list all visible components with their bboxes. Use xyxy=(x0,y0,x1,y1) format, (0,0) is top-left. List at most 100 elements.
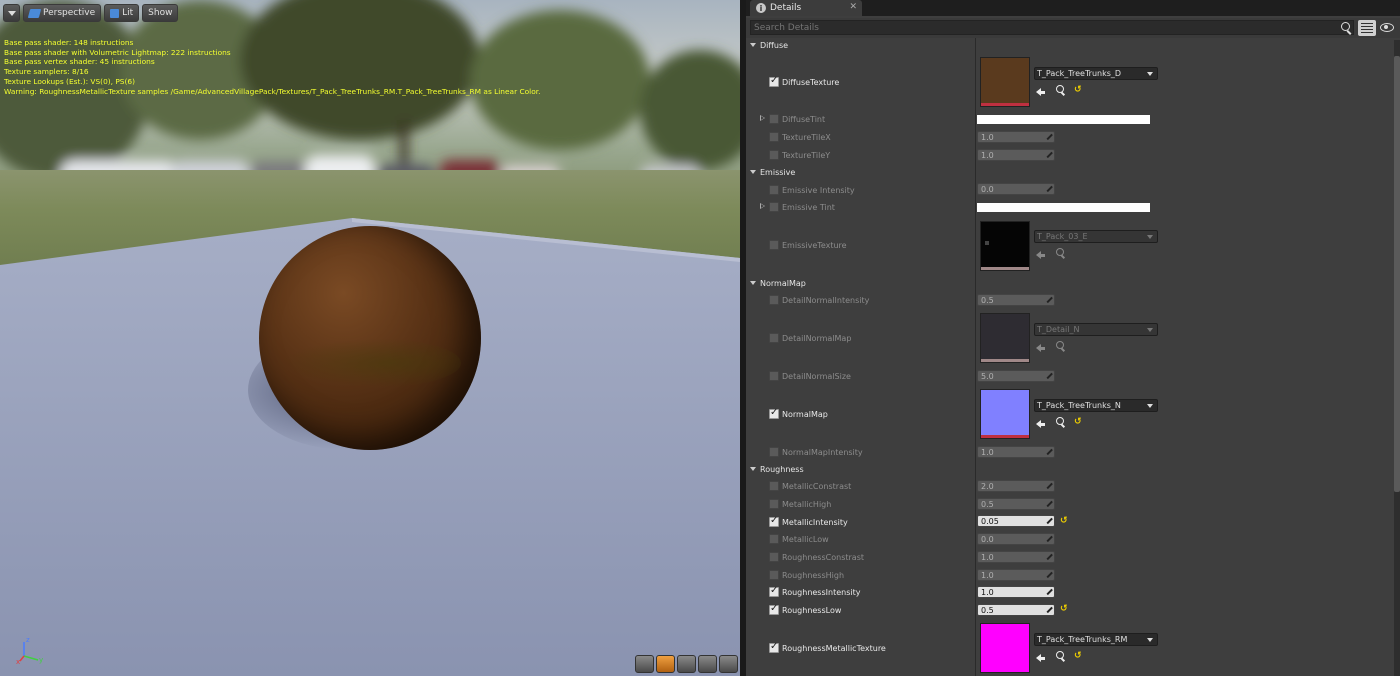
diffuse-texture-combo[interactable]: T_Pack_TreeTrunks_D xyxy=(1034,67,1158,80)
override-checkbox[interactable] xyxy=(769,185,779,195)
thumb-underline xyxy=(981,359,1029,362)
diffuse-tint-color-swatch[interactable] xyxy=(977,115,1150,124)
reset-to-default-icon[interactable]: ↺ xyxy=(1074,86,1082,95)
sphere-preview-button[interactable] xyxy=(656,655,675,673)
use-selected-arrow-icon[interactable] xyxy=(1036,342,1046,352)
perspective-label: Perspective xyxy=(43,8,96,18)
override-checkbox[interactable] xyxy=(769,371,779,381)
normal-map-thumbnail[interactable] xyxy=(980,389,1030,439)
override-checkbox[interactable] xyxy=(769,552,779,562)
reset-to-default-icon[interactable]: ↺ xyxy=(1074,418,1082,427)
level-viewport[interactable]: Perspective Lit Show Base pass shader: 1… xyxy=(0,0,740,676)
override-checkbox[interactable] xyxy=(769,407,779,419)
lit-button[interactable]: Lit xyxy=(104,4,140,22)
override-checkbox[interactable] xyxy=(769,447,779,457)
roughness-metallic-texture-thumbnail[interactable] xyxy=(980,623,1030,673)
preview-mesh-selector xyxy=(635,655,738,673)
override-checkbox[interactable] xyxy=(769,202,779,212)
detail-normal-map-thumbnail[interactable] xyxy=(980,313,1030,363)
roughness-metallic-texture-combo[interactable]: T_Pack_TreeTrunks_RM xyxy=(1034,633,1158,646)
detail-normal-intensity-field[interactable]: 0.5 xyxy=(977,294,1055,306)
category-roughness[interactable]: Roughness xyxy=(746,462,975,476)
scrollbar-thumb[interactable] xyxy=(1394,56,1400,492)
override-checkbox[interactable] xyxy=(769,240,779,250)
use-selected-arrow-icon[interactable] xyxy=(1036,86,1046,96)
roughness-low-field[interactable]: 0.5 xyxy=(977,604,1055,616)
search-icon[interactable] xyxy=(1341,22,1350,31)
drag-handle-icon xyxy=(1046,297,1052,303)
override-checkbox[interactable] xyxy=(769,585,779,597)
category-diffuse[interactable]: Diffuse xyxy=(746,38,975,52)
asset-name: T_Detail_N xyxy=(1037,325,1080,334)
stats-line: Texture Lookups (Est.): VS(0), PS(6) xyxy=(4,76,135,86)
detail-normal-map-combo[interactable]: T_Detail_N xyxy=(1034,323,1158,336)
override-checkbox[interactable] xyxy=(769,150,779,160)
cube-preview-button[interactable] xyxy=(698,655,717,673)
category-emissive[interactable]: Emissive xyxy=(746,165,975,179)
use-selected-arrow-icon[interactable] xyxy=(1036,418,1046,428)
emissive-texture-thumbnail[interactable] xyxy=(980,221,1030,271)
reset-to-default-icon[interactable]: ↺ xyxy=(1060,605,1068,614)
stats-line: Base pass vertex shader: 45 instructions xyxy=(4,57,155,67)
category-normalmap[interactable]: NormalMap xyxy=(746,276,975,290)
emissive-intensity-field[interactable]: 0.0 xyxy=(977,183,1055,195)
browse-search-icon[interactable] xyxy=(1056,341,1064,349)
override-checkbox[interactable] xyxy=(769,132,779,142)
emissive-tint-color-swatch[interactable] xyxy=(977,203,1150,212)
field-value: 1.0 xyxy=(981,447,994,457)
expand-arrow-icon[interactable] xyxy=(760,203,765,209)
cylinder-preview-button[interactable] xyxy=(635,655,654,673)
close-icon[interactable]: ✕ xyxy=(849,2,857,12)
override-checkbox[interactable] xyxy=(769,114,779,124)
expand-arrow-icon[interactable] xyxy=(760,115,765,121)
metallic-high-field[interactable]: 0.5 xyxy=(977,498,1055,510)
override-checkbox[interactable] xyxy=(769,499,779,509)
texture-tile-x-field[interactable]: 1.0 xyxy=(977,131,1055,143)
column-divider[interactable] xyxy=(975,38,976,676)
metallic-intensity-field[interactable]: 0.05 xyxy=(977,515,1055,527)
detail-normal-size-field[interactable]: 5.0 xyxy=(977,370,1055,382)
search-input[interactable] xyxy=(750,20,1354,35)
perspective-button[interactable]: Perspective xyxy=(23,4,102,22)
drag-handle-icon xyxy=(1046,518,1052,524)
use-selected-arrow-icon[interactable] xyxy=(1036,249,1046,259)
browse-search-icon[interactable] xyxy=(1056,85,1064,93)
emissive-texture-tools xyxy=(1036,248,1096,260)
emissive-texture-combo[interactable]: T_Pack_03_E xyxy=(1034,230,1158,243)
stats-line: Texture samplers: 8/16 xyxy=(4,67,89,77)
custom-mesh-preview-button[interactable] xyxy=(719,655,738,673)
prop-emissive-tint: Emissive Tint xyxy=(746,200,975,214)
reset-to-default-icon[interactable]: ↺ xyxy=(1074,652,1082,661)
normal-map-combo[interactable]: T_Pack_TreeTrunks_N xyxy=(1034,399,1158,412)
plane-preview-button[interactable] xyxy=(677,655,696,673)
override-checkbox[interactable] xyxy=(769,641,779,653)
roughness-high-field[interactable]: 1.0 xyxy=(977,569,1055,581)
override-checkbox[interactable] xyxy=(769,333,779,343)
override-checkbox[interactable] xyxy=(769,603,779,615)
metallic-low-field[interactable]: 0.0 xyxy=(977,533,1055,545)
property-matrix-button[interactable] xyxy=(1358,20,1376,36)
roughness-constrast-field[interactable]: 1.0 xyxy=(977,551,1055,563)
roughness-intensity-field[interactable]: 1.0 xyxy=(977,586,1055,598)
material-preview-sphere[interactable] xyxy=(259,226,481,450)
texture-tile-y-field[interactable]: 1.0 xyxy=(977,149,1055,161)
browse-search-icon[interactable] xyxy=(1056,417,1064,425)
override-checkbox[interactable] xyxy=(769,75,779,87)
use-selected-arrow-icon[interactable] xyxy=(1036,652,1046,662)
override-checkbox[interactable] xyxy=(769,295,779,305)
details-scrollbar[interactable] xyxy=(1394,40,1400,676)
reset-to-default-icon[interactable]: ↺ xyxy=(1060,517,1068,526)
metallic-constrast-field[interactable]: 2.0 xyxy=(977,480,1055,492)
eye-icon[interactable] xyxy=(1380,23,1394,32)
diffuse-texture-thumbnail[interactable] xyxy=(980,57,1030,107)
normal-map-intensity-field[interactable]: 1.0 xyxy=(977,446,1055,458)
override-checkbox[interactable] xyxy=(769,534,779,544)
override-checkbox[interactable] xyxy=(769,515,779,527)
tab-details[interactable]: i Details ✕ xyxy=(750,0,862,16)
browse-search-icon[interactable] xyxy=(1056,651,1064,659)
viewport-options-button[interactable] xyxy=(3,4,20,22)
browse-search-icon[interactable] xyxy=(1056,248,1064,256)
show-button[interactable]: Show xyxy=(142,4,179,22)
override-checkbox[interactable] xyxy=(769,570,779,580)
override-checkbox[interactable] xyxy=(769,481,779,491)
